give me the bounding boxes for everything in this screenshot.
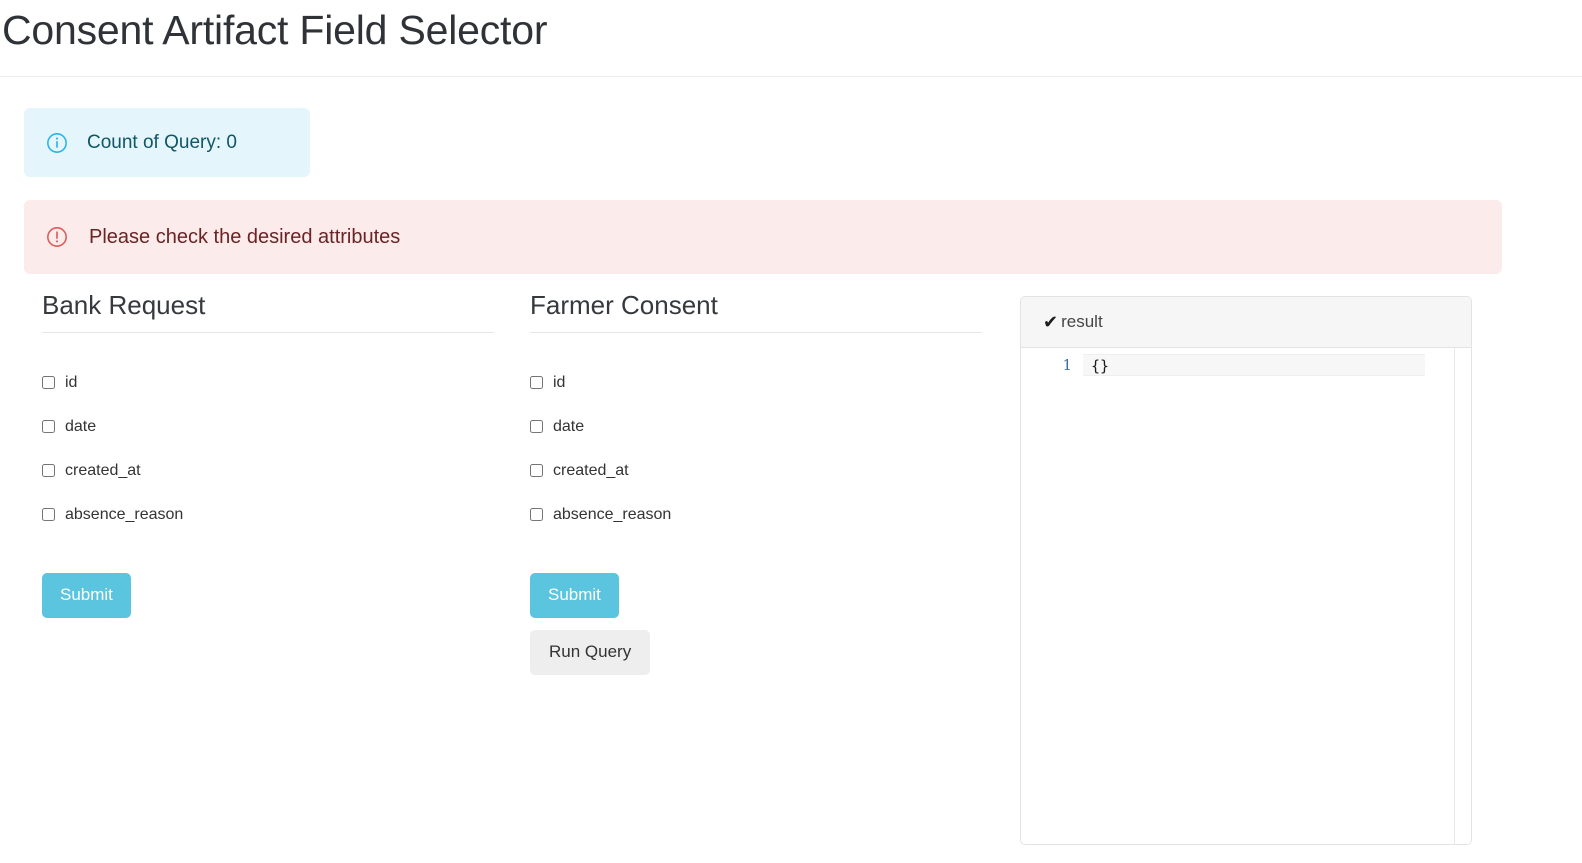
page-title: Consent Artifact Field Selector xyxy=(2,7,548,53)
checkbox-row-bank-id[interactable]: id xyxy=(42,374,494,391)
farmer-consent-heading: Farmer Consent xyxy=(530,290,718,320)
farmer-consent-column: Farmer Consent id date created_at absenc… xyxy=(530,290,982,675)
result-code-editor[interactable]: 1 {} xyxy=(1021,348,1471,844)
checkbox-label-bank-id: id xyxy=(65,373,78,391)
attributes-warning-text: Please check the desired attributes xyxy=(89,225,401,248)
farmer-consent-field-list: id date created_at absence_reason xyxy=(530,374,982,523)
checkbox-bank-date[interactable] xyxy=(42,420,55,433)
editor-code-area[interactable]: {} xyxy=(1083,348,1471,844)
checkbox-bank-id[interactable] xyxy=(42,376,55,389)
bank-request-field-list: id date created_at absence_reason xyxy=(42,374,494,523)
checkbox-bank-created-at[interactable] xyxy=(42,464,55,477)
result-panel: ✔ result 1 {} xyxy=(1020,296,1472,845)
checkbox-row-bank-date[interactable]: date xyxy=(42,418,494,435)
checkbox-farmer-created-at[interactable] xyxy=(530,464,543,477)
editor-line-number-gutter: 1 xyxy=(1021,348,1083,844)
farmer-consent-divider xyxy=(530,332,982,333)
checkbox-row-farmer-absence-reason[interactable]: absence_reason xyxy=(530,506,982,523)
checkbox-row-farmer-created-at[interactable]: created_at xyxy=(530,462,982,479)
editor-active-line[interactable]: {} xyxy=(1083,354,1425,376)
exclamation-circle-icon xyxy=(47,227,67,247)
checkbox-row-farmer-id[interactable]: id xyxy=(530,374,982,391)
attributes-warning-alert: Please check the desired attributes xyxy=(24,200,1502,274)
query-count-alert: Count of Query: 0 xyxy=(24,108,310,177)
checkbox-bank-absence-reason[interactable] xyxy=(42,508,55,521)
bank-request-column: Bank Request id date created_at absence_… xyxy=(42,290,494,618)
run-query-button[interactable]: Run Query xyxy=(530,630,651,675)
checkbox-label-bank-date: date xyxy=(65,417,97,435)
page-header: Consent Artifact Field Selector xyxy=(0,0,1582,77)
result-panel-header: ✔ result xyxy=(1021,297,1471,348)
header-divider xyxy=(0,76,1582,77)
checkmark-icon: ✔ xyxy=(1043,312,1059,332)
checkbox-label-bank-created-at: created_at xyxy=(65,461,141,479)
info-circle-icon xyxy=(47,132,67,153)
checkbox-row-bank-created-at[interactable]: created_at xyxy=(42,462,494,479)
editor-vertical-scrollbar[interactable] xyxy=(1454,348,1471,844)
checkbox-row-bank-absence-reason[interactable]: absence_reason xyxy=(42,506,494,523)
result-panel-title: result xyxy=(1061,312,1103,331)
bank-request-heading: Bank Request xyxy=(42,290,206,320)
checkbox-label-farmer-date: date xyxy=(553,417,585,435)
editor-line-content: {} xyxy=(1091,357,1110,375)
bank-request-submit-button[interactable]: Submit xyxy=(42,573,131,618)
line-number: 1 xyxy=(1062,356,1072,374)
checkbox-row-farmer-date[interactable]: date xyxy=(530,418,982,435)
farmer-consent-submit-button[interactable]: Submit xyxy=(530,573,619,618)
bank-request-divider xyxy=(42,332,494,333)
checkbox-label-farmer-id: id xyxy=(553,373,566,391)
checkbox-label-farmer-created-at: created_at xyxy=(553,461,629,479)
query-count-text: Count of Query: 0 xyxy=(87,131,237,153)
checkbox-label-bank-absence-reason: absence_reason xyxy=(65,505,184,523)
checkbox-farmer-date[interactable] xyxy=(530,420,543,433)
checkbox-farmer-absence-reason[interactable] xyxy=(530,508,543,521)
checkbox-farmer-id[interactable] xyxy=(530,376,543,389)
checkbox-label-farmer-absence-reason: absence_reason xyxy=(553,505,672,523)
